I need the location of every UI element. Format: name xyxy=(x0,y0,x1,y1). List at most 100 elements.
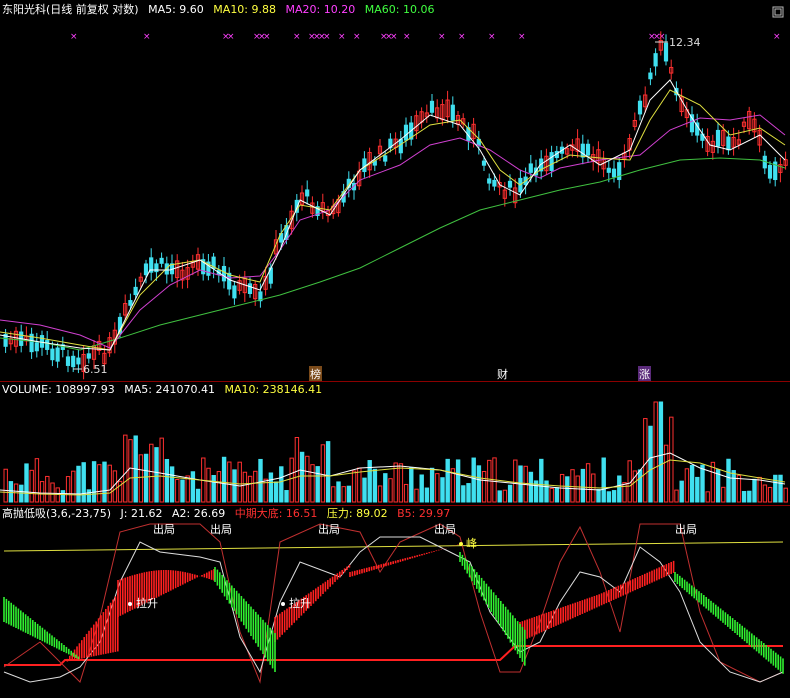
price-header: 东阳光科(日线 前复权 对数) MA5: 9.60 MA10: 9.88 MA2… xyxy=(2,2,440,18)
volume-bar xyxy=(773,474,778,503)
candle-body xyxy=(726,136,731,151)
signal-x-mark: × xyxy=(143,32,151,42)
candle-body xyxy=(492,179,497,187)
volume-bar xyxy=(128,439,133,503)
volume-bar xyxy=(346,485,352,503)
volume-bar xyxy=(159,437,164,503)
peak-label: 峰 xyxy=(466,537,477,550)
candle-body xyxy=(34,342,39,352)
candle-body xyxy=(65,356,71,366)
marker-cai[interactable]: 财 xyxy=(497,366,508,382)
volume-bar xyxy=(34,458,40,503)
candle-body xyxy=(247,283,253,295)
volume-bar xyxy=(726,458,731,503)
signal-x-mark: × xyxy=(353,32,361,42)
candle-body xyxy=(39,335,45,348)
volume-bar xyxy=(86,489,92,503)
volume-value: VOLUME: 108997.93 xyxy=(2,383,115,396)
indicator-header: 高抛低吸(3,6,-23,75) J: 21.62 A2: 26.69 中期大底… xyxy=(2,506,456,522)
pressure-line xyxy=(3,541,784,552)
volume-bar xyxy=(237,461,242,503)
volume-bar xyxy=(767,486,773,503)
volume-bar xyxy=(757,476,762,503)
volume-bar xyxy=(372,468,378,503)
volume-bar xyxy=(305,455,310,503)
volume-bar xyxy=(268,472,274,503)
volume-bar xyxy=(580,468,586,503)
volume-bar xyxy=(653,401,658,503)
candle-body xyxy=(50,348,55,361)
volume-bar xyxy=(778,474,783,503)
volume-bar xyxy=(658,401,664,503)
volume-bar xyxy=(29,469,34,503)
mid-bottom-line xyxy=(4,645,783,666)
volume-bar xyxy=(190,471,196,503)
volume-bar xyxy=(528,471,534,503)
volume-bar xyxy=(71,470,76,503)
signal-x-mark: × xyxy=(227,32,235,42)
volume-bar xyxy=(247,475,253,503)
volume-bar xyxy=(325,441,331,503)
volume-bar xyxy=(762,484,768,503)
volume-bar xyxy=(60,490,66,503)
volume-bar xyxy=(637,469,643,503)
volume-bar xyxy=(471,457,476,503)
volume-bar xyxy=(138,454,144,503)
volume-bar xyxy=(585,463,591,503)
marker-zhang[interactable]: 涨 xyxy=(638,366,651,382)
candle-body xyxy=(159,257,164,264)
candle-body xyxy=(528,163,533,173)
volume-bar xyxy=(351,470,357,503)
volume-bar xyxy=(674,489,679,503)
candle-body xyxy=(128,300,133,306)
candle-body xyxy=(585,143,591,156)
volume-bar xyxy=(97,464,102,503)
maximize-icon[interactable] xyxy=(772,6,784,21)
volume-bar xyxy=(185,475,190,503)
volume-bar xyxy=(549,487,554,503)
volume-bar xyxy=(357,467,362,503)
volume-bar xyxy=(622,482,627,503)
ma20-label: MA20: 10.20 xyxy=(285,3,356,16)
candle-body xyxy=(232,285,237,299)
volume-bar xyxy=(435,473,440,503)
candle-body xyxy=(305,189,310,197)
high-price-label: 12.34 xyxy=(669,36,701,49)
volume-bar xyxy=(3,468,8,503)
volume-bar xyxy=(643,418,648,503)
marker-bang[interactable]: 榜 xyxy=(309,366,322,382)
volume-bar xyxy=(513,459,518,503)
lift-label-1: 拉升 xyxy=(136,597,158,610)
volume-bar xyxy=(45,475,50,503)
volume-bar xyxy=(611,490,617,503)
out-label-4: 出局 xyxy=(434,523,456,536)
out-label-3: 出局 xyxy=(318,523,340,536)
candle-body xyxy=(143,263,149,276)
indicator-j: J: 21.62 xyxy=(120,507,163,520)
signal-x-mark: × xyxy=(390,32,398,42)
candle-body xyxy=(429,100,435,113)
volume-bar xyxy=(206,467,211,503)
volume-bar xyxy=(294,437,300,503)
volume-bar xyxy=(65,476,71,503)
volume-bar xyxy=(331,486,336,503)
volume-bar xyxy=(320,444,326,503)
volume-bar xyxy=(180,479,185,503)
volume-bar xyxy=(398,463,404,503)
volume-bar xyxy=(232,469,237,503)
signal-x-mark: × xyxy=(338,32,346,42)
volume-header: VOLUME: 108997.93 MA5: 241070.41 MA10: 2… xyxy=(2,382,328,398)
candle-body xyxy=(403,124,409,141)
volume-bar xyxy=(554,487,560,503)
volume-bar xyxy=(377,485,383,503)
volume-bar xyxy=(227,461,232,503)
signal-x-mark: × xyxy=(70,32,78,42)
ma10-line xyxy=(0,89,786,351)
volume-bar xyxy=(253,470,258,503)
indicator-name: 高抛低吸(3,6,-23,75) xyxy=(2,507,112,520)
volume-bar xyxy=(154,447,159,503)
volume-bar xyxy=(476,465,482,503)
volume-bar xyxy=(367,460,372,503)
volume-bar xyxy=(24,463,29,503)
volume-bar xyxy=(565,476,570,503)
